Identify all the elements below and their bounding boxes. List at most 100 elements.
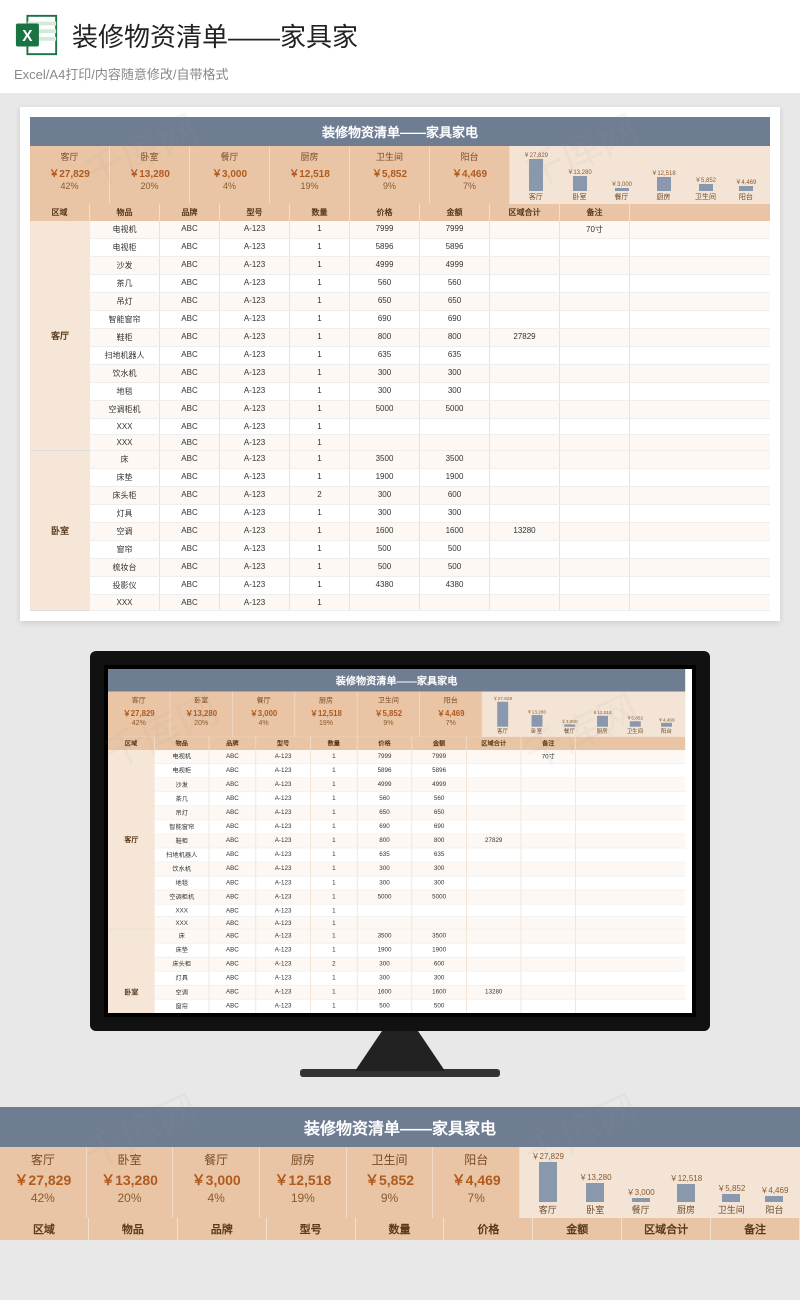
cell-item: 窗帘 bbox=[155, 1000, 210, 1013]
cell-amount: 5000 bbox=[412, 891, 467, 904]
cell-brand: ABC bbox=[209, 917, 256, 929]
cell-item: 地毯 bbox=[155, 876, 210, 889]
cell-amount bbox=[420, 435, 490, 450]
cell-model: A-123 bbox=[256, 876, 311, 889]
cell-qty: 1 bbox=[311, 848, 358, 861]
cell-note bbox=[560, 595, 630, 610]
chart-bar-5: ￥4,469 阳台 bbox=[658, 716, 674, 736]
cell-amount: 7999 bbox=[412, 750, 467, 763]
cell-item: XXX bbox=[155, 905, 210, 917]
cell-item: 扫地机器人 bbox=[90, 347, 160, 364]
column-header: 物品 bbox=[155, 737, 210, 750]
cell-subtotal bbox=[490, 239, 560, 256]
cell-brand: ABC bbox=[209, 848, 256, 861]
cell-brand: ABC bbox=[160, 577, 220, 594]
summary-cell-3: 厨房 ￥12,518 19% bbox=[270, 146, 350, 204]
strip-summary-cell: 餐厅 ￥3,000 4% bbox=[173, 1147, 260, 1218]
table-row: 灯具 ABC A-123 1 300 300 bbox=[90, 505, 770, 523]
chart-bar-0: ￥27,829 客厅 bbox=[524, 150, 548, 202]
column-header: 备注 bbox=[521, 737, 576, 750]
cell-item: 鞋柜 bbox=[90, 329, 160, 346]
cell-qty: 1 bbox=[311, 1000, 358, 1013]
cell-note bbox=[521, 905, 576, 917]
cell-note bbox=[560, 523, 630, 540]
cell-price: 800 bbox=[350, 329, 420, 346]
chart-bar-2: ￥3,000 餐厅 bbox=[611, 179, 632, 202]
cell-price: 7999 bbox=[358, 750, 413, 763]
cell-subtotal bbox=[467, 820, 522, 833]
cell-qty: 1 bbox=[311, 986, 358, 999]
cell-model: A-123 bbox=[256, 778, 311, 791]
chart-value-label: ￥3,000 bbox=[561, 717, 577, 724]
summary-pct: 20% bbox=[170, 718, 232, 728]
summary-name: 餐厅 bbox=[190, 148, 269, 165]
cell-qty: 1 bbox=[311, 917, 358, 929]
chart-value-label: ￥27,829 bbox=[524, 150, 548, 159]
summary-name: 客厅 bbox=[108, 693, 170, 706]
table-row: XXX ABC A-123 1 bbox=[155, 917, 685, 929]
cell-amount: 1900 bbox=[412, 944, 467, 957]
cell-subtotal bbox=[467, 1000, 522, 1013]
cell-model: A-123 bbox=[220, 329, 290, 346]
page-subtitle: Excel/A4打印/内容随意修改/自带格式 bbox=[0, 64, 800, 93]
cell-item: 空调 bbox=[90, 523, 160, 540]
cell-subtotal bbox=[490, 541, 560, 558]
cell-amount: 5896 bbox=[420, 239, 490, 256]
cell-amount: 300 bbox=[412, 876, 467, 889]
cell-model: A-123 bbox=[220, 505, 290, 522]
cell-price: 690 bbox=[358, 820, 413, 833]
cell-brand: ABC bbox=[160, 365, 220, 382]
cell-item: 智能窗帘 bbox=[90, 311, 160, 328]
table-row: 床垫 ABC A-123 1 1900 1900 bbox=[90, 469, 770, 487]
cell-brand: ABC bbox=[160, 451, 220, 468]
cell-note bbox=[560, 293, 630, 310]
cell-qty: 2 bbox=[311, 958, 358, 971]
chart-value-label: ￥4,469 bbox=[735, 177, 756, 186]
column-header: 区域 bbox=[108, 737, 155, 750]
cell-item: 饮水机 bbox=[90, 365, 160, 382]
cell-item: 电视柜 bbox=[90, 239, 160, 256]
chart-bar bbox=[497, 702, 508, 727]
cell-price: 4999 bbox=[350, 257, 420, 274]
cell-model: A-123 bbox=[220, 435, 290, 450]
cell-price: 300 bbox=[350, 487, 420, 504]
cell-amount bbox=[412, 905, 467, 917]
cell-subtotal: 27829 bbox=[467, 834, 522, 847]
cell-subtotal bbox=[490, 365, 560, 382]
cell-qty: 1 bbox=[311, 905, 358, 917]
cell-amount: 1900 bbox=[420, 469, 490, 486]
cell-brand: ABC bbox=[160, 347, 220, 364]
cell-amount: 300 bbox=[420, 365, 490, 382]
cell-price: 560 bbox=[350, 275, 420, 292]
cell-price: 1900 bbox=[350, 469, 420, 486]
summary-value: ￥3,000 bbox=[233, 706, 295, 718]
summary-name: 餐厅 bbox=[233, 693, 295, 706]
summary-name: 卫生间 bbox=[350, 148, 429, 165]
table-section: 卧室 床 ABC A-123 1 3500 3500 床垫 ABC A-123 … bbox=[30, 451, 770, 611]
cell-qty: 1 bbox=[290, 595, 350, 610]
cell-amount: 5000 bbox=[420, 401, 490, 418]
chart-value-label: ￥3,000 bbox=[611, 179, 632, 188]
cell-qty: 1 bbox=[290, 419, 350, 434]
cell-qty: 1 bbox=[311, 750, 358, 763]
area-cell: 客厅 bbox=[30, 221, 90, 451]
table-row: 电视机 ABC A-123 1 7999 7999 70寸 bbox=[90, 221, 770, 239]
cell-subtotal bbox=[467, 891, 522, 904]
cell-amount: 300 bbox=[420, 505, 490, 522]
cell-item: 灯具 bbox=[90, 505, 160, 522]
cell-subtotal bbox=[490, 275, 560, 292]
cell-price: 635 bbox=[358, 848, 413, 861]
cell-subtotal bbox=[490, 419, 560, 434]
chart-category-label: 厨房 bbox=[597, 728, 608, 736]
cell-item: 灯具 bbox=[155, 972, 210, 985]
table-row: 窗帘 ABC A-123 1 500 500 bbox=[155, 1000, 685, 1013]
table-row: 床 ABC A-123 1 3500 3500 bbox=[155, 930, 685, 944]
strip-summary: 客厅 ￥27,829 42% 卧室 ￥13,280 20% 餐厅 ￥3,000 … bbox=[0, 1147, 800, 1218]
cell-item: 茶几 bbox=[90, 275, 160, 292]
cell-item: 吊灯 bbox=[90, 293, 160, 310]
cell-item: 空调 bbox=[155, 986, 210, 999]
summary-cell-2: 餐厅 ￥3,000 4% bbox=[233, 692, 295, 737]
table-row: 梳妆台 ABC A-123 1 500 500 bbox=[90, 559, 770, 577]
cell-note: 70寸 bbox=[560, 221, 630, 238]
column-header: 型号 bbox=[220, 204, 290, 221]
